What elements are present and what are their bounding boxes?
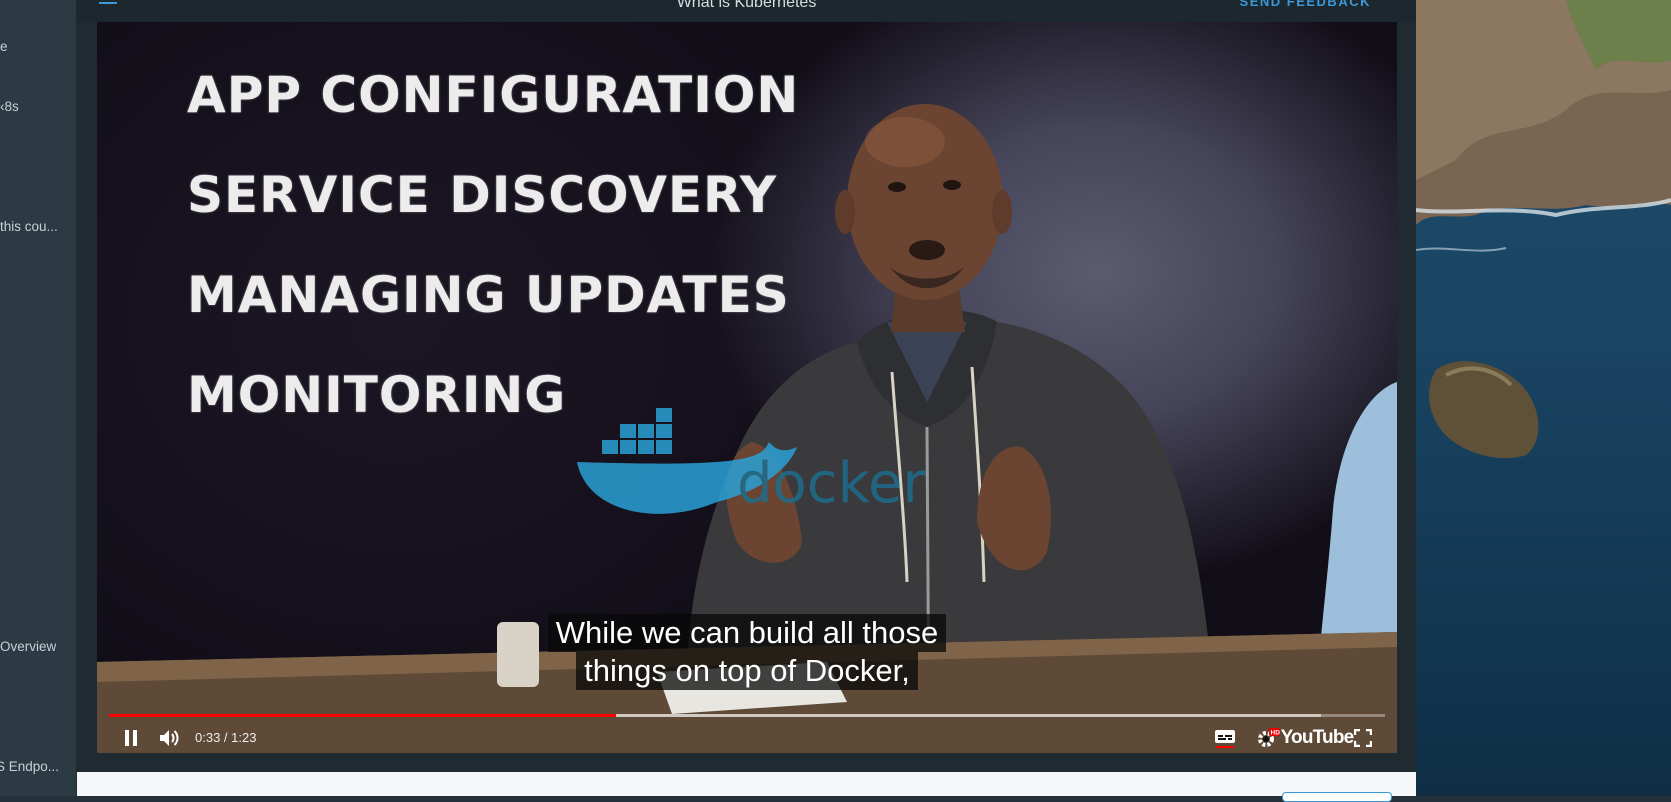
sidebar-item-label: ‹8s — [0, 99, 19, 114]
subtitles-button[interactable] — [1213, 722, 1237, 753]
send-feedback-link[interactable]: SEND FEEDBACK — [1240, 0, 1371, 9]
video-header: What is Kubernetes SEND FEEDBACK — [77, 0, 1416, 22]
volume-button[interactable] — [157, 722, 181, 753]
settings-button[interactable]: HD — [1255, 722, 1281, 753]
youtube-logo[interactable]: YouTube — [1281, 722, 1355, 753]
video-title: What is Kubernetes — [676, 0, 817, 11]
svg-text:HD: HD — [1271, 729, 1281, 736]
pause-icon — [125, 729, 137, 746]
next-lesson-button[interactable] — [1282, 792, 1392, 802]
desktop-wallpaper — [1416, 0, 1671, 796]
slide-overlay-text: APP CONFIGURATION SERVICE DISCOVERY MANA… — [187, 70, 799, 470]
sidebar-item-label: Overview — [0, 639, 57, 654]
video-player[interactable]: docker APP CONFIGURATION SERVICE DISCOVE… — [97, 22, 1397, 753]
sidebar-item-overview[interactable]: Overview — [0, 639, 56, 654]
sidebar-item-label: e — [0, 39, 8, 54]
pause-button[interactable] — [119, 722, 143, 753]
overlay-line-2: SERVICE DISCOVERY — [187, 166, 778, 224]
overlay-line-1: APP CONFIGURATION — [187, 66, 800, 124]
course-sidebar: e ‹8s this cou... Overview S Endpo... — [0, 0, 77, 796]
player-controls: 0:33 / 1:23 HD YouTube — [97, 722, 1397, 753]
overlay-line-3: MANAGING UPDATES — [187, 266, 790, 324]
subtitles-icon — [1215, 729, 1235, 748]
fullscreen-button[interactable] — [1351, 722, 1375, 753]
sidebar-item-3[interactable]: this cou... — [0, 219, 58, 234]
played-bar — [109, 714, 616, 717]
fullscreen-icon — [1354, 728, 1372, 747]
sidebar-item-2[interactable]: ‹8s — [0, 99, 19, 114]
sidebar-item-label: S Endpo... — [0, 759, 60, 774]
caption-line-2: things on top of Docker, — [576, 652, 918, 690]
lesson-content-panel — [77, 772, 1416, 796]
overlay-line-4: MONITORING — [187, 366, 567, 424]
progress-bar[interactable] — [109, 714, 1385, 717]
caption-line-1: While we can build all those — [547, 614, 947, 652]
coastline-image — [1416, 0, 1671, 459]
volume-icon — [160, 729, 179, 746]
settings-gear-icon: HD — [1258, 727, 1281, 747]
sidebar-item-label: this cou... — [0, 219, 58, 234]
sidebar-item-1[interactable]: e — [0, 39, 8, 54]
sidebar-item-endpoints[interactable]: S Endpo... — [0, 759, 59, 774]
time-display: 0:33 / 1:23 — [195, 730, 257, 745]
caption-overlay: While we can build all those things on t… — [97, 614, 1397, 690]
course-viewer-window: What is Kubernetes SEND FEEDBACK docker … — [77, 0, 1416, 802]
